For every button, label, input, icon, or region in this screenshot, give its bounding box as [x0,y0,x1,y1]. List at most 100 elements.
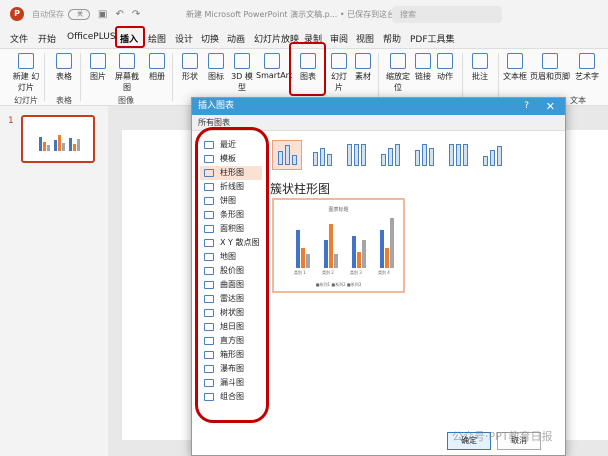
tab-officeplus[interactable]: OfficePLUS [67,32,116,42]
autosave-toggle[interactable]: 关 [68,8,90,20]
ribbon-separator [80,53,81,101]
3d-model-label: 3D 模型 [231,72,253,92]
screenshot-icon [119,53,135,69]
3d-column-icon[interactable] [478,140,508,170]
tab-draw[interactable]: 绘图 [148,32,166,45]
comment-icon [472,53,488,69]
icons-button[interactable]: 图标 [205,53,227,82]
thumb-bar [62,143,65,151]
comment-button[interactable]: 批注 [470,53,490,82]
shapes-button[interactable]: 形状 [178,53,202,82]
subtype-bar [320,148,325,166]
material-button[interactable]: 素材 [352,53,374,82]
header-footer-button[interactable]: 页眉和页脚 [530,53,570,82]
preview-bar [334,254,338,268]
subtype-bar [456,144,461,166]
tab-design[interactable]: 设计 [175,32,193,45]
close-icon[interactable]: ✕ [546,98,555,115]
wordart-button[interactable]: 艺术字 [572,53,602,82]
textbox-label: 文本框 [503,72,527,81]
tab-animations[interactable]: 动画 [227,32,245,45]
ribbon-separator [498,53,499,101]
textbox-icon [507,53,523,69]
slide-label: 幻灯片 [331,72,347,92]
slide-zoom-button[interactable]: 幻灯片 [328,53,350,93]
preview-legend: ■系列1 ■系列2 ■系列3 [315,282,362,287]
subtype-bar [395,144,400,166]
help-icon[interactable]: ? [524,98,529,115]
picture-icon [90,53,106,69]
album-label: 相册 [149,72,165,81]
action-label: 动作 [437,72,453,81]
album-button[interactable]: 相册 [146,53,168,82]
preview-bar [357,252,361,268]
tab-view[interactable]: 视图 [356,32,374,45]
table-button[interactable]: 表格 [52,53,76,82]
thumb-bar [77,139,80,151]
icons-label: 图标 [208,72,224,81]
clustered-column-icon[interactable] [272,140,302,170]
thumb-bar [69,138,72,151]
subtype-bar [415,150,420,166]
link-button[interactable]: 链接 [414,53,432,82]
comment-label: 批注 [472,72,488,81]
subtype-bar [422,144,427,166]
preview-bar [329,224,333,268]
dialog-title: 插入图表 [192,98,565,115]
ribbon-separator [462,53,463,101]
link-label: 链接 [415,72,431,81]
subtype-bar [463,144,468,166]
category-list-highlight [195,127,269,423]
preview-bar [362,240,366,268]
link-icon [415,53,431,69]
subtype-bar [497,146,502,166]
subtype-bar [285,145,290,165]
undo-icon[interactable]: ↶ [115,9,123,20]
preview-bar [301,248,305,268]
zoom-icon [390,53,406,69]
subtype-bar [388,148,393,166]
chart-preview[interactable]: 图表标题 类别 1 类别 2 类别 3 类别 4 ■系列1 ■系列2 ■系列3 [272,198,405,293]
header-footer-icon [542,53,558,69]
insert-tab-highlight [115,26,145,48]
tab-review[interactable]: 审阅 [330,32,348,45]
smartart-icon [264,53,280,69]
action-button[interactable]: 动作 [436,53,454,82]
smartart-button[interactable]: SmartArt [256,53,292,80]
tab-transitions[interactable]: 切换 [201,32,219,45]
3d-clustered-column-icon[interactable] [376,140,406,170]
action-icon [437,53,453,69]
picture-button[interactable]: 图片 [86,53,110,82]
redo-icon[interactable]: ↷ [132,9,140,20]
textbox-button[interactable]: 文本框 [502,53,528,82]
tab-file[interactable]: 文件 [10,32,28,45]
subtype-bar [429,148,434,166]
group-table: 表格 [56,96,72,105]
3d-stacked-column-icon[interactable] [410,140,440,170]
tab-home[interactable]: 开始 [38,32,56,45]
subtype-bar [490,150,495,166]
chart-subtype-row [272,138,562,172]
zoom-button[interactable]: 缩放定位 [384,53,412,93]
new-slide-button[interactable]: 新建 幻灯片 [12,53,40,93]
stacked-column-icon[interactable] [308,140,338,170]
screenshot-button[interactable]: 屏幕截图 [112,53,142,93]
preview-bar [306,254,310,268]
slide-thumbnail[interactable] [21,115,95,163]
ribbon-separator [44,53,45,101]
tab-pdf-tools[interactable]: PDF工具集 [410,32,455,45]
preview-bar [352,236,356,268]
tab-help[interactable]: 帮助 [383,32,401,45]
album-icon [149,53,165,69]
wordart-label: 艺术字 [575,72,599,81]
3d-model-button[interactable]: 3D 模型 [229,53,255,93]
preview-bar [296,230,300,268]
thumb-bar [54,140,57,151]
search-input[interactable]: 搜索 [392,6,502,23]
3d-percent-stacked-column-icon[interactable] [444,140,474,170]
subtype-bar [361,144,366,166]
percent-stacked-column-icon[interactable] [342,140,372,170]
save-icon[interactable]: ▣ [98,9,107,20]
screenshot-label: 屏幕截图 [115,72,139,92]
slide-icon [331,53,347,69]
